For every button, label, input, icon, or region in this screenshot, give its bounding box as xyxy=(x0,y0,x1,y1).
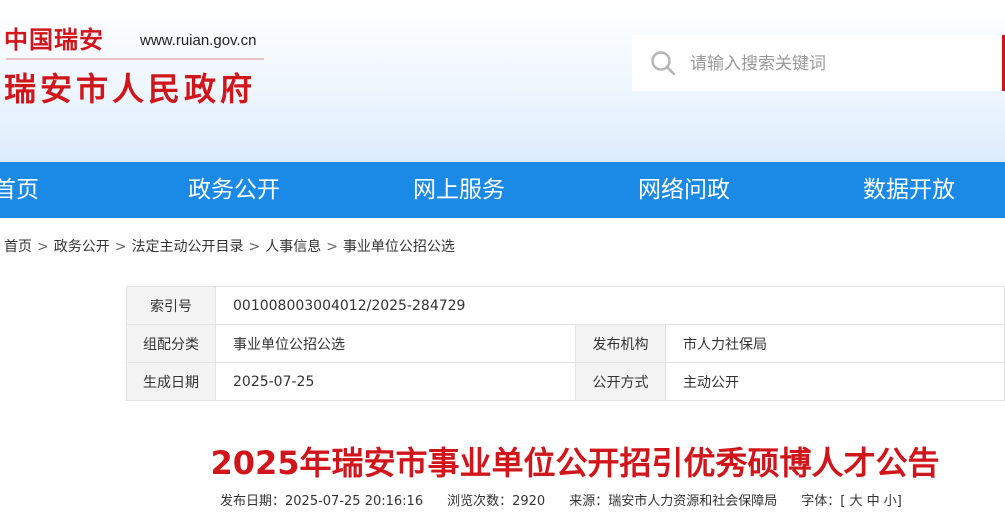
publisher-value: 市人力社保局 xyxy=(665,324,1005,363)
font-size-label: 字体： xyxy=(801,494,841,509)
nav-item-online-services[interactable]: 网上服务 xyxy=(413,162,505,218)
source-value: 瑞安市人力资源和社会保障局 xyxy=(608,494,778,509)
category-label: 组配分类 xyxy=(126,324,216,363)
font-bracket-close: ] xyxy=(896,494,902,509)
breadcrumb-link-public-recruitment[interactable]: 事业单位公招公选 xyxy=(343,239,455,255)
method-label: 公开方式 xyxy=(575,362,666,401)
font-size-small-button[interactable]: 小 xyxy=(884,490,897,509)
site-url: www.ruian.gov.cn xyxy=(140,32,257,49)
font-size-large-button[interactable]: 大 xyxy=(849,490,862,509)
views-value: 2920 xyxy=(512,494,546,509)
breadcrumb-separator: > xyxy=(37,239,49,255)
font-size-medium-button[interactable]: 中 xyxy=(867,490,880,509)
breadcrumb-link-home[interactable]: 首页 xyxy=(4,239,32,255)
views-label: 浏览次数： xyxy=(447,494,513,509)
font-bracket-open: [ xyxy=(840,494,846,509)
breadcrumb-link-government-affairs[interactable]: 政务公开 xyxy=(54,239,110,255)
article-meta: 发布日期：2025-07-25 20:16:16 浏览次数：2920 来源：瑞安市人… xyxy=(220,490,902,509)
index-label: 索引号 xyxy=(126,286,216,325)
breadcrumb-separator: > xyxy=(114,239,127,255)
search-input[interactable] xyxy=(688,49,982,79)
search-icon[interactable] xyxy=(650,50,676,76)
date-label: 生成日期 xyxy=(126,362,216,401)
site-header: 中国瑞安 www.ruian.gov.cn 瑞安市人民政府 xyxy=(0,0,1005,162)
breadcrumb-link-statutory-catalog[interactable]: 法定主动公开目录 xyxy=(131,239,243,255)
info-row: 生成日期 2025-07-25 公开方式 主动公开 xyxy=(126,362,1005,401)
article-title: 2025年瑞安市事业单位公开招引优秀硕博人才公告 xyxy=(210,444,940,482)
publisher-label: 发布机构 xyxy=(575,324,666,363)
method-value: 主动公开 xyxy=(665,362,1005,401)
info-row: 组配分类 事业单位公招公选 发布机构 市人力社保局 xyxy=(126,324,1005,363)
nav-item-government-affairs[interactable]: 政务公开 xyxy=(188,162,280,218)
breadcrumb: 首页 > 政务公开 > 法定主动公开目录 > 人事信息 > 事业单位公招公选 xyxy=(4,236,455,256)
breadcrumb-link-personnel-info[interactable]: 人事信息 xyxy=(265,239,321,255)
breadcrumb-separator: > xyxy=(326,239,338,255)
nav-item-open-data[interactable]: 数据开放 xyxy=(863,162,955,218)
search-box xyxy=(632,35,1005,91)
index-value: 001008003004012/2025-284729 xyxy=(215,286,1005,325)
category-value: 事业单位公招公选 xyxy=(215,324,576,363)
info-row: 索引号 001008003004012/2025-284729 xyxy=(126,286,1005,325)
site-logo-title[interactable]: 瑞安市人民政府 xyxy=(4,64,256,110)
document-info-table: 索引号 001008003004012/2025-284729 组配分类 事业单… xyxy=(126,286,1005,401)
date-value: 2025-07-25 xyxy=(215,362,576,401)
publish-date-label: 发布日期： xyxy=(220,494,286,509)
main-nav: 首页 政务公开 网上服务 网络问政 数据开放 xyxy=(0,162,1005,218)
logo-china-ruian[interactable]: 中国瑞安 xyxy=(4,20,104,55)
nav-item-home[interactable]: 首页 xyxy=(0,162,39,218)
logo-divider xyxy=(6,58,264,60)
breadcrumb-separator: > xyxy=(248,239,261,255)
source-label: 来源： xyxy=(569,494,609,509)
nav-item-online-inquiry[interactable]: 网络问政 xyxy=(638,162,730,218)
publish-date-value: 2025-07-25 20:16:16 xyxy=(285,494,424,509)
